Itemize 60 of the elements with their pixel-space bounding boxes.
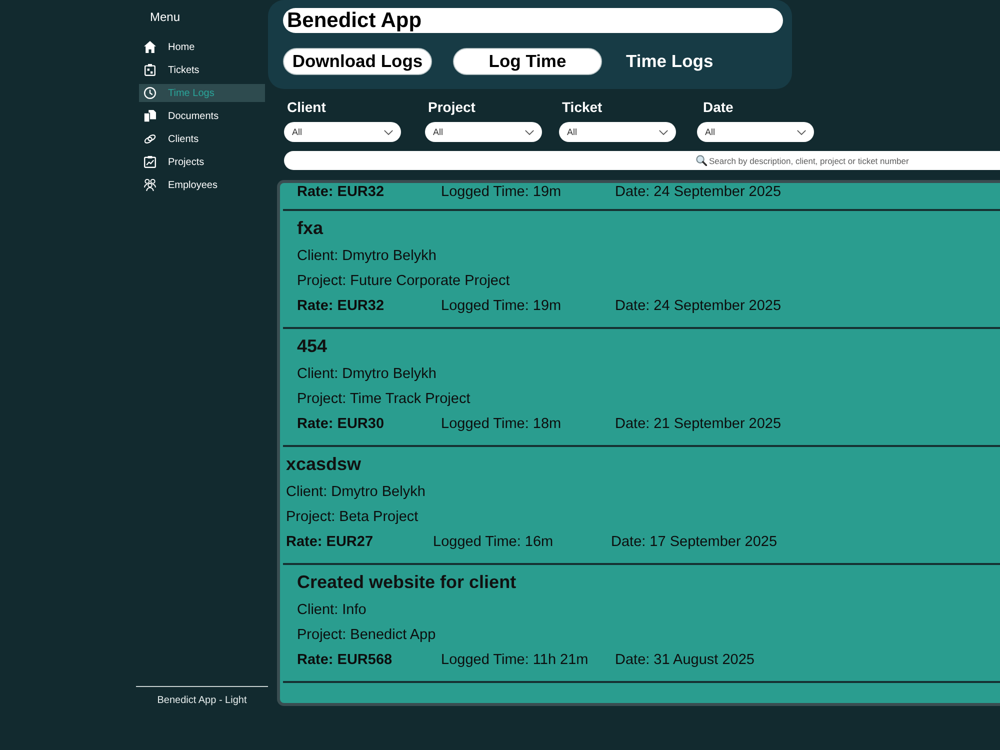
date-label: Date: 17 September 2025 [611, 533, 778, 551]
client-label: Client: Dmytro Belykh [286, 483, 426, 501]
page-title: Time Logs [626, 51, 714, 72]
filter-dropdown[interactable]: All [284, 122, 401, 142]
chevron-down-icon [797, 130, 806, 134]
filter-dropdown[interactable]: All [559, 122, 676, 142]
logged-time-label: Logged Time: 16m [433, 533, 554, 551]
chevron-down-icon [659, 130, 668, 134]
rate-label: Rate: EUR568 [297, 651, 392, 669]
nav-item[interactable]: Projects [139, 153, 265, 171]
link-icon [144, 133, 156, 145]
logged-time-label: Logged Time: 11h 21m [441, 651, 588, 669]
filter-label: Client [287, 99, 326, 115]
date-label: Date: 21 September 2025 [615, 415, 782, 433]
date-label: Date: 24 September 2025 [615, 297, 782, 315]
clock-icon [144, 87, 156, 99]
chevron-down-icon [525, 130, 534, 134]
search-field[interactable]: Search by description, client, project or ticket number [284, 151, 1000, 170]
project-label: Project: Beta Project [286, 508, 418, 526]
documents-icon [144, 110, 156, 122]
nav-item[interactable]: Documents [139, 107, 265, 125]
nav-item[interactable]: Home [139, 38, 265, 56]
nav-item[interactable]: Tickets [139, 61, 265, 79]
filter-label: Date [703, 99, 734, 115]
log-title: 454 [297, 336, 328, 356]
rate-label: Rate: EUR32 [297, 297, 384, 315]
filter-dropdown[interactable]: All [425, 122, 542, 142]
client-label: Client: Dmytro Belykh [297, 247, 436, 265]
download-logs-button[interactable]: Download Logs [283, 48, 432, 75]
search-icon [696, 155, 707, 166]
project-label: Project: Time Track Project [297, 390, 470, 408]
date-label: Date: 31 August 2025 [615, 651, 754, 669]
date-label: Date: 24 September 2025 [615, 183, 782, 201]
project-label: Project: Benedict App [297, 626, 436, 644]
filter-label: Project [428, 99, 476, 115]
log-title: fxa [297, 218, 324, 238]
footer-label: Benedict App - Light [157, 695, 247, 707]
client-label: Client: Info [297, 601, 366, 619]
project-label: Project: Future Corporate Project [297, 272, 510, 290]
logged-time-label: Logged Time: 18m [441, 415, 562, 433]
logged-time-label: Logged Time: 19m [441, 297, 562, 315]
nav-item[interactable]: Clients [139, 130, 265, 148]
rate-label: Rate: EUR30 [297, 415, 384, 433]
chart-clipboard-icon [144, 156, 156, 168]
logged-time-label: Logged Time: 19m [441, 183, 562, 201]
rate-label: Rate: EUR32 [297, 183, 384, 201]
client-label: Client: Dmytro Belykh [297, 365, 436, 383]
clipboard-icon [144, 64, 156, 76]
log-time-button[interactable]: Log Time [453, 48, 602, 75]
house-icon [144, 41, 156, 53]
filter-dropdown[interactable]: All [697, 122, 814, 142]
people-icon [144, 179, 156, 191]
log-title: xcasdsw [286, 454, 362, 474]
app-title: Benedict App [283, 8, 783, 33]
nav-item[interactable]: Employees [139, 176, 265, 194]
filter-label: Ticket [562, 99, 602, 115]
menu-title: Menu [150, 10, 180, 24]
chevron-down-icon [384, 130, 393, 134]
rate-label: Rate: EUR27 [286, 533, 374, 551]
log-title: Created website for client [297, 572, 516, 592]
